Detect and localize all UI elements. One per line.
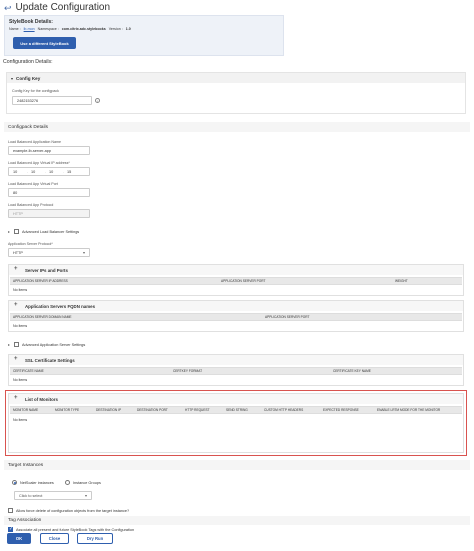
adv-lb-label: Advanced Load Balancer Settings — [22, 230, 80, 234]
stylebook-details-panel: StyleBook Details: Name : lb-mon Namespa… — [4, 15, 284, 56]
plus-icon[interactable]: + — [14, 302, 18, 308]
port-label: Load Balanced App Virtual Port — [8, 182, 58, 186]
force-delete-label: Allow force delete of configuration obje… — [16, 509, 130, 513]
force-delete-checkbox[interactable] — [8, 508, 13, 513]
collapse-icon: ▾ — [11, 75, 14, 81]
close-button[interactable]: Close — [40, 533, 69, 544]
namespace-value: com.citrix.adc.stylebooks — [61, 27, 106, 31]
col-server-port[interactable]: APPLICATION SERVER PORT — [218, 279, 392, 283]
plus-icon[interactable]: + — [14, 266, 18, 272]
app-name-label: Load Balanced Application Name — [8, 140, 61, 144]
chevron-down-icon: ▾ — [85, 493, 88, 498]
ssl-table-head: CERTIFICATE NAME CERTKEY FORMAT CERTIFIC… — [10, 367, 462, 375]
configpack-title: Configpack Details — [8, 125, 48, 130]
port-input[interactable]: 80 — [8, 188, 90, 197]
stylebook-name-link[interactable]: lb-mon — [24, 27, 35, 31]
name-label: Name : — [9, 27, 21, 31]
back-arrow-icon[interactable]: ↩ — [4, 3, 12, 13]
vip-octet-1[interactable]: 10 — [13, 170, 27, 174]
version-label: Version : — [108, 27, 123, 31]
server-protocol-select[interactable]: HTTP — [8, 248, 90, 257]
col-fqdn-port[interactable]: APPLICATION SERVER PORT — [262, 315, 309, 319]
tag-assoc-checkbox[interactable] — [8, 526, 13, 532]
radio-instance-groups[interactable] — [65, 480, 70, 485]
plus-icon[interactable]: + — [14, 356, 18, 362]
server-ips-empty: No items — [13, 288, 28, 292]
col-cert-name[interactable]: CERTIFICATE NAME — [10, 369, 170, 373]
stylebook-heading: StyleBook Details: — [9, 19, 53, 25]
vip-octet-4[interactable]: 15 — [67, 170, 81, 174]
chevron-down-icon: ▾ — [83, 250, 86, 255]
adv-app-label: Advanced Application Server Settings — [22, 343, 86, 347]
col-cert-key-name[interactable]: CERTIFICATE KEY NAME — [330, 369, 371, 373]
expand-icon[interactable]: ▸ — [8, 342, 10, 347]
fqdn-empty: No items — [13, 324, 28, 328]
version-value: 1.0 — [125, 27, 131, 31]
stylebook-meta: Name : lb-mon Namespace : com.citrix.adc… — [9, 27, 131, 31]
namespace-label: Namespace : — [37, 27, 59, 31]
fqdn-header[interactable]: + Application Servers FQDN names — [9, 301, 463, 311]
col-certkey-format[interactable]: CERTKEY FORMAT — [170, 369, 330, 373]
config-key-label: Config Key for the configpack — [12, 89, 59, 93]
server-protocol-label: Application Server Protocol* — [8, 242, 53, 246]
tag-title: Tag Association — [8, 518, 42, 523]
vip-input-group: 10 . 10 . 10 . 15 — [8, 167, 90, 176]
server-ips-table-head: APPLICATION SERVER IP ADDRESS APPLICATIO… — [10, 277, 462, 285]
server-ips-header[interactable]: + Server IPs and Ports — [9, 265, 463, 275]
config-key-section: ▾ Config Key — [6, 72, 466, 114]
use-different-stylebook-button[interactable]: Use a different StyleBook — [13, 37, 76, 49]
tag-assoc-label: Associate all present and future StyleBo… — [16, 528, 135, 532]
col-server-ip[interactable]: APPLICATION SERVER IP ADDRESS — [10, 279, 218, 283]
fqdn-table-head: APPLICATION SERVER DOMAIN NAME APPLICATI… — [10, 313, 462, 321]
protocol-input: HTTP — [8, 209, 90, 218]
vip-octet-2[interactable]: 10 — [31, 170, 45, 174]
protocol-label: Load Balanced App Protocol — [8, 203, 54, 207]
config-key-input[interactable]: 2482153276 — [12, 96, 92, 105]
highlight-box — [5, 390, 467, 456]
configpack-header — [4, 122, 470, 132]
target-title: Target Instances — [8, 463, 44, 468]
configuration-details-label: Configuration Details: — [3, 59, 53, 65]
ok-button[interactable]: OK — [7, 533, 31, 544]
vip-label: Load Balanced App Virtual IP address* — [8, 161, 70, 165]
app-name-input[interactable]: example-lb-server-app — [8, 146, 90, 155]
dry-run-button[interactable]: Dry Run — [77, 533, 113, 544]
ssl-empty: No items — [13, 378, 28, 382]
instance-groups-label: Instance Groups — [73, 481, 101, 485]
info-icon[interactable]: i — [95, 98, 100, 103]
col-domain-name[interactable]: APPLICATION SERVER DOMAIN NAME — [10, 315, 262, 319]
adv-app-checkbox[interactable] — [14, 342, 19, 347]
target-header — [4, 460, 470, 470]
ssl-header[interactable]: + SSL Certificate Settings — [9, 355, 463, 365]
radio-netscaler[interactable] — [12, 480, 17, 485]
netscaler-label: NetScaler instances — [20, 481, 54, 485]
col-weight[interactable]: WEIGHT — [392, 279, 408, 283]
expand-icon[interactable]: ▸ — [8, 229, 10, 234]
page-header: ↩ Update Configuration — [4, 2, 110, 13]
instance-select[interactable]: Click to select — [14, 491, 92, 500]
page-title: Update Configuration — [15, 2, 111, 13]
vip-octet-3[interactable]: 10 — [49, 170, 63, 174]
config-key-header[interactable]: ▾ Config Key — [7, 73, 465, 83]
adv-lb-checkbox[interactable] — [14, 229, 19, 234]
tag-header — [4, 516, 470, 525]
